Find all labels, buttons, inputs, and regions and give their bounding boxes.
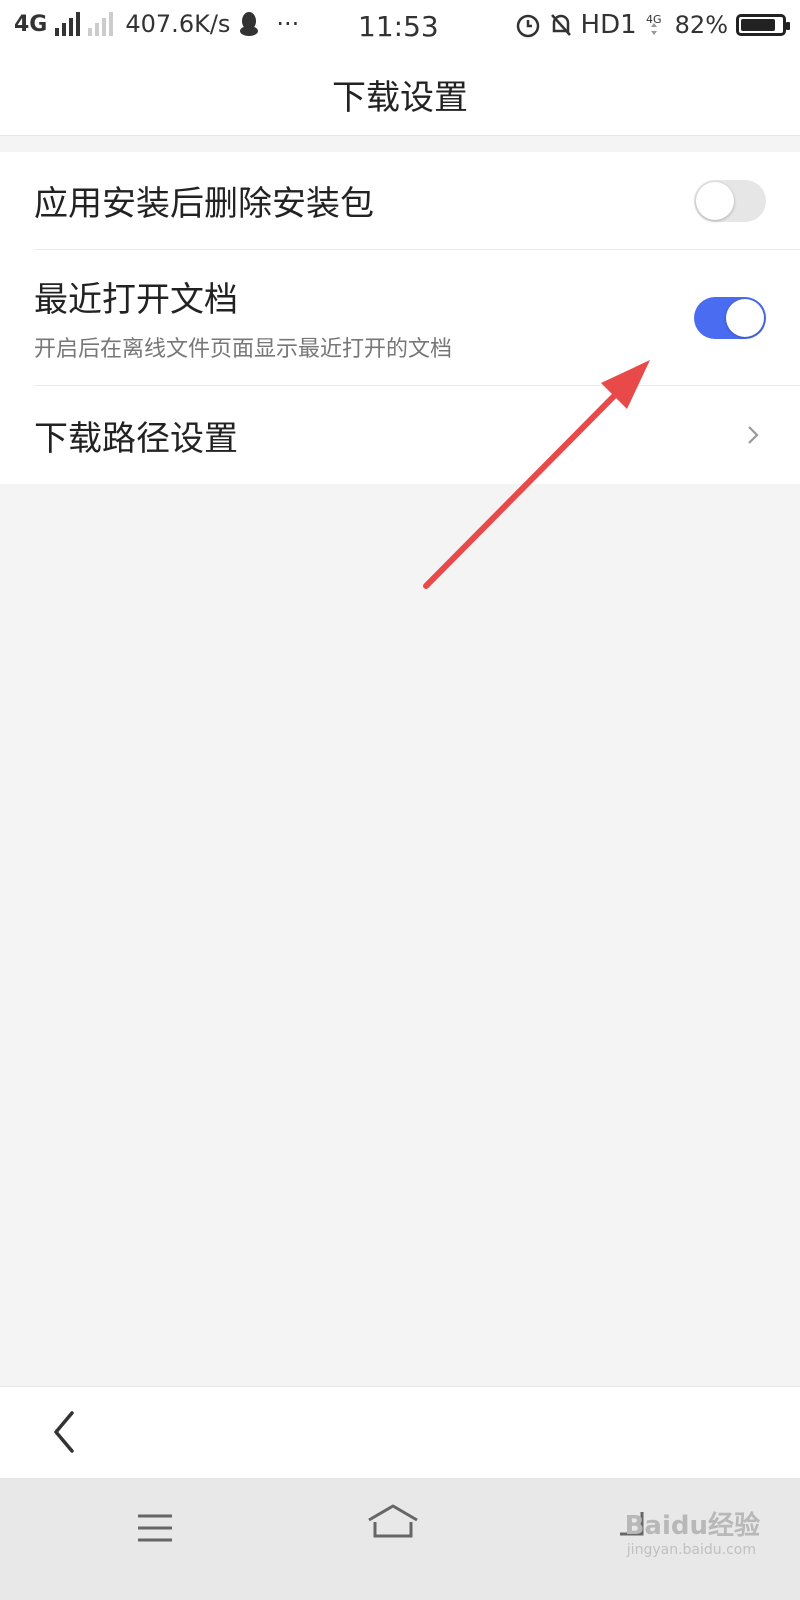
4g-data-icon: 4G <box>646 13 661 35</box>
watermark-url: jingyan.baidu.com <box>626 1542 756 1558</box>
qq-icon <box>240 12 259 36</box>
setting-label: 应用安装后删除安装包 <box>34 184 374 224</box>
network-type: 4G <box>14 11 48 37</box>
battery-level <box>741 19 776 31</box>
home-icon[interactable] <box>366 1502 420 1542</box>
setting-subtitle: 开启后在离线文件页面显示最近打开的文档 <box>34 337 453 362</box>
alarm-icon <box>516 14 539 38</box>
watermark-brand: Baidu经验 <box>624 1511 760 1541</box>
setting-text: 下载路径设置 <box>34 411 800 460</box>
status-right: HD1 4G 82% <box>515 10 790 40</box>
status-left: 4G 407.6K/s ··· <box>14 10 299 38</box>
setting-delete-package[interactable]: 应用安装后删除安装包 <box>34 152 800 250</box>
toggle-knob <box>696 181 734 220</box>
network-speed: 407.6K/s <box>125 10 231 38</box>
setting-text: 应用安装后删除安装包 <box>34 176 800 225</box>
battery-icon <box>736 14 790 36</box>
setting-text: 最近打开文档 开启后在离线文件页面显示最近打开的文档 <box>34 272 800 363</box>
delete-package-toggle[interactable] <box>694 179 766 222</box>
setting-label: 下载路径设置 <box>34 418 238 459</box>
back-arrow-icon[interactable] <box>44 1407 84 1457</box>
toggle-knob <box>726 298 764 337</box>
setting-label: 最近打开文档 <box>34 280 238 320</box>
signal-secondary-icon <box>88 12 114 36</box>
title-bar: 下载设置 <box>0 54 800 136</box>
bottom-app-bar <box>0 1386 800 1478</box>
mute-icon <box>550 14 571 36</box>
signal-icon <box>55 12 81 36</box>
recent-documents-toggle[interactable] <box>694 296 766 339</box>
chevron-right-icon <box>748 426 759 444</box>
more-notifications: ··· <box>276 10 300 38</box>
settings-list: 应用安装后删除安装包 最近打开文档 开启后在离线文件页面显示最近打开的文档 下载… <box>0 152 800 484</box>
status-bar: 4G 407.6K/s ··· 11:53 HD1 4G 82% <box>0 0 800 54</box>
hd-indicator: HD1 <box>580 10 637 40</box>
setting-recent-documents[interactable]: 最近打开文档 开启后在离线文件页面显示最近打开的文档 <box>34 250 800 386</box>
menu-icon[interactable] <box>136 1510 174 1546</box>
battery-percent: 82% <box>674 11 728 39</box>
setting-download-path[interactable]: 下载路径设置 <box>34 386 800 484</box>
page-title: 下载设置 <box>332 78 468 118</box>
clock: 11:53 <box>358 10 439 43</box>
